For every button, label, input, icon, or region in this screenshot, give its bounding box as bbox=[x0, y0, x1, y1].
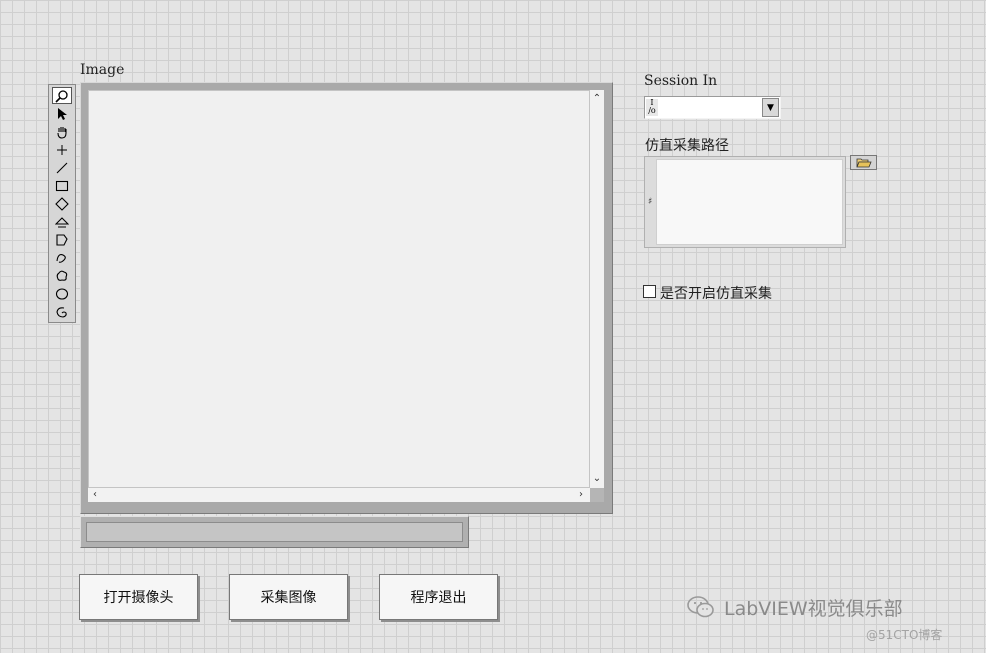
scroll-right-icon[interactable]: › bbox=[576, 490, 586, 500]
session-in-control[interactable]: I/o ▼ bbox=[644, 96, 781, 119]
watermark: LabVIEW视觉俱乐部 bbox=[686, 592, 966, 622]
capture-image-button[interactable]: 采集图像 bbox=[229, 574, 348, 620]
image-display: ⌃ ⌄ ‹ › bbox=[80, 82, 613, 514]
scroll-down-icon[interactable]: ⌄ bbox=[592, 474, 602, 484]
pan-hand-icon[interactable] bbox=[52, 123, 72, 140]
path-icon: ♯ bbox=[648, 197, 653, 207]
zoom-icon[interactable] bbox=[52, 87, 72, 104]
chevron-down-icon[interactable]: ▼ bbox=[762, 98, 779, 117]
sim-path-label: 仿直采集路径 bbox=[645, 138, 729, 154]
annulus-icon[interactable] bbox=[52, 213, 72, 230]
rectangle-icon[interactable] bbox=[52, 177, 72, 194]
wechat-icon bbox=[687, 596, 714, 618]
scroll-up-icon[interactable]: ⌃ bbox=[592, 94, 602, 104]
freehand-icon[interactable] bbox=[52, 249, 72, 266]
line-icon[interactable] bbox=[52, 159, 72, 176]
exit-program-button[interactable]: 程序退出 bbox=[379, 574, 498, 620]
pointer-icon[interactable] bbox=[52, 105, 72, 122]
image-toolbar bbox=[48, 84, 76, 323]
image-canvas[interactable] bbox=[88, 90, 590, 488]
polygon-icon[interactable] bbox=[52, 231, 72, 248]
watermark-text: LabVIEW视觉俱乐部 bbox=[724, 597, 903, 620]
point-icon[interactable] bbox=[52, 141, 72, 158]
io-icon: I/o bbox=[646, 99, 658, 116]
horizontal-scrollbar[interactable]: ‹ › bbox=[88, 488, 590, 502]
image-status-bar bbox=[80, 516, 469, 548]
sim-enable-checkbox[interactable] bbox=[643, 285, 656, 298]
watermark-sub: @51CTO博客 bbox=[866, 628, 943, 642]
sim-enable-label: 是否开启仿直采集 bbox=[660, 286, 772, 302]
oval-icon[interactable] bbox=[52, 285, 72, 302]
annulus-arc-icon[interactable] bbox=[52, 303, 72, 320]
sim-path-input[interactable] bbox=[656, 159, 843, 245]
sim-path-control[interactable]: ♯ bbox=[644, 156, 846, 248]
image-label: Image bbox=[80, 62, 125, 78]
image-status-field bbox=[86, 522, 463, 542]
browse-button[interactable] bbox=[850, 155, 877, 170]
io-glyph-bottom: /o bbox=[648, 106, 656, 115]
scroll-left-icon[interactable]: ‹ bbox=[90, 490, 100, 500]
open-camera-button[interactable]: 打开摄像头 bbox=[79, 574, 198, 620]
scroll-corner bbox=[590, 488, 604, 502]
session-in-label: Session In bbox=[644, 73, 718, 89]
vertical-scrollbar[interactable]: ⌃ ⌄ bbox=[590, 90, 604, 488]
folder-open-icon bbox=[855, 158, 872, 168]
freehand-region-icon[interactable] bbox=[52, 267, 72, 284]
rotated-rectangle-icon[interactable] bbox=[52, 195, 72, 212]
